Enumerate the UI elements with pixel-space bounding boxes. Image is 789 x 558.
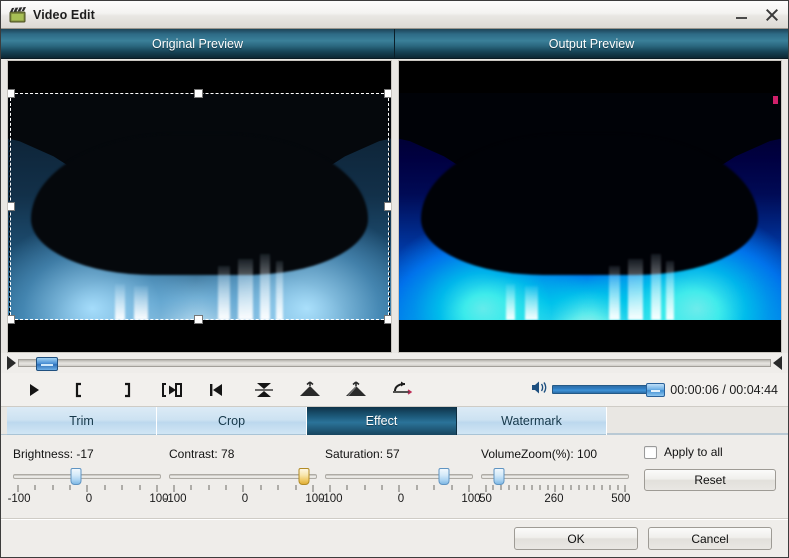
contrast-scale-min: -100 (163, 493, 187, 505)
original-preview-header: Original Preview (1, 29, 395, 58)
close-icon[interactable] (764, 7, 780, 23)
saturation-scale-max: 100 (461, 493, 481, 505)
brightness-thumb[interactable] (70, 468, 82, 485)
original-video-image (8, 93, 391, 320)
video-edit-window: Video Edit Original Preview Output Previ… (0, 0, 789, 558)
saturation-label: Saturation: 57 (325, 447, 400, 461)
volume-control[interactable] (530, 380, 666, 400)
seek-start-marker-icon[interactable] (7, 356, 16, 370)
volume-thumb[interactable] (646, 383, 666, 397)
speaker-icon[interactable] (530, 380, 548, 400)
apply-to-all-checkbox[interactable] (644, 445, 657, 459)
play-button[interactable] (11, 376, 57, 404)
contrast-scale-mid: 0 (241, 493, 249, 505)
saturation-scale-min: -100 (319, 493, 343, 505)
volumezoom-slider-group: VolumeZoom(%): 100 50 260 500 (479, 447, 633, 507)
apply-to-all-row[interactable]: Apply to all (644, 445, 776, 459)
preview-area (1, 59, 788, 353)
output-corner-marker (773, 96, 778, 104)
set-start-button[interactable] (57, 376, 103, 404)
dialog-footer: OK Cancel (1, 519, 788, 557)
title-bar: Video Edit (1, 1, 788, 29)
volume-slider[interactable] (552, 383, 666, 397)
seek-slider[interactable] (18, 357, 771, 371)
tab-trim[interactable]: Trim (7, 407, 157, 435)
volumezoom-scale-mid: 260 (544, 493, 564, 505)
output-video-image (398, 93, 781, 320)
saturation-slider[interactable] (325, 468, 477, 485)
contrast-rail (169, 474, 317, 479)
output-preview-header: Output Preview (395, 29, 788, 58)
volumezoom-scale: 50 260 500 (479, 493, 633, 507)
original-video-frame (8, 61, 391, 352)
saturation-scale: -100 0 100 (320, 493, 481, 507)
saturation-scale-mid: 0 (397, 493, 405, 505)
undo-button[interactable] (379, 376, 425, 404)
brightness-scale: -100 0 100 (8, 493, 169, 507)
saturation-ticks (325, 485, 477, 492)
seek-bar-row (1, 353, 788, 373)
brightness-rail (13, 474, 161, 479)
contrast-ticks (169, 485, 321, 492)
brightness-scale-mid: 0 (85, 493, 93, 505)
volumezoom-label: VolumeZoom(%): 100 (481, 447, 598, 461)
output-preview-pane[interactable] (397, 60, 782, 353)
time-display: 00:00:06 / 00:04:44 (670, 382, 778, 397)
contrast-label: Contrast: 78 (169, 447, 235, 461)
rotate-right-button[interactable] (333, 376, 379, 404)
volumezoom-ticks (481, 485, 633, 492)
brightness-ticks (13, 485, 165, 492)
effect-actions: Apply to all Reset (644, 445, 776, 491)
contrast-slider[interactable] (169, 468, 321, 485)
window-title: Video Edit (33, 7, 95, 22)
volumezoom-scale-min: 50 (479, 493, 492, 505)
output-video-frame (398, 61, 781, 352)
tab-crop[interactable]: Crop (157, 407, 307, 435)
seek-end-marker-icon[interactable] (773, 356, 782, 370)
reset-button[interactable]: Reset (644, 469, 776, 491)
effect-panel: Brightness: -17 -100 0 100 Contrast: 78 … (1, 435, 788, 519)
volumezoom-slider[interactable] (481, 468, 633, 485)
flip-vertical-button[interactable] (241, 376, 287, 404)
brightness-slider-group: Brightness: -17 -100 0 100 (8, 447, 169, 507)
contrast-scale: -100 0 100 (164, 493, 325, 507)
saturation-thumb[interactable] (438, 468, 450, 485)
original-preview-pane[interactable] (7, 60, 392, 353)
contrast-slider-group: Contrast: 78 -100 0 100 (164, 447, 325, 507)
seek-thumb[interactable] (36, 357, 59, 371)
previous-frame-button[interactable] (195, 376, 241, 404)
saturation-rail (325, 474, 473, 479)
set-end-button[interactable] (103, 376, 149, 404)
tab-watermark[interactable]: Watermark (457, 407, 607, 435)
brightness-scale-min: -100 (7, 493, 31, 505)
contrast-thumb[interactable] (298, 468, 310, 485)
volumezoom-scale-max: 500 (611, 493, 631, 505)
rotate-left-button[interactable] (287, 376, 333, 404)
editor-tabs: Trim Crop Effect Watermark (1, 407, 788, 435)
preview-headers: Original Preview Output Preview (1, 29, 788, 59)
volumezoom-thumb[interactable] (493, 468, 505, 485)
brightness-slider[interactable] (13, 468, 165, 485)
play-segment-button[interactable] (149, 376, 195, 404)
transport-toolbar: 00:00:06 / 00:04:44 (1, 373, 788, 407)
window-controls (734, 1, 780, 29)
apply-to-all-label: Apply to all (664, 445, 723, 459)
clapperboard-icon (9, 6, 27, 24)
cancel-button[interactable]: Cancel (648, 527, 772, 550)
tabs-filler (607, 407, 788, 434)
brightness-label: Brightness: -17 (13, 447, 94, 461)
minimize-button[interactable] (734, 7, 750, 23)
tab-effect[interactable]: Effect (307, 407, 457, 435)
ok-button[interactable]: OK (514, 527, 638, 550)
saturation-slider-group: Saturation: 57 -100 0 100 (320, 447, 481, 507)
